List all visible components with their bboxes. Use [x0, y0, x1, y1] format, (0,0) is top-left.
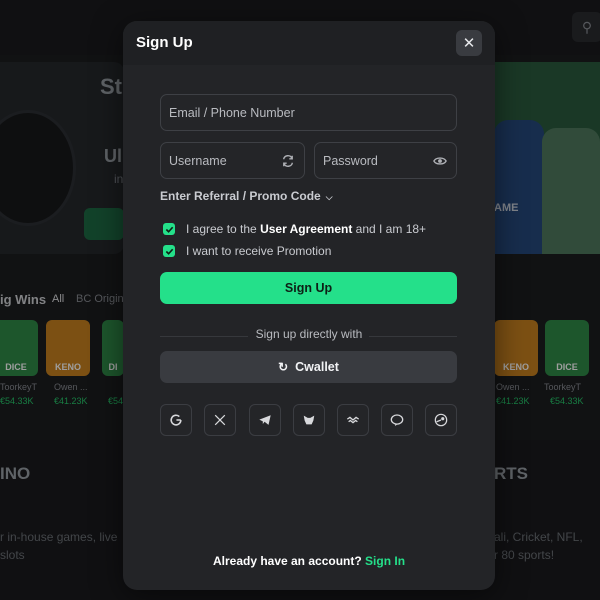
google-login-button[interactable] — [160, 404, 192, 436]
signup-button[interactable]: Sign Up — [160, 272, 457, 304]
email-input[interactable] — [161, 95, 456, 130]
google-icon — [170, 414, 182, 426]
agreement-suffix: and I am 18+ — [352, 222, 427, 236]
username-field[interactable] — [160, 142, 305, 179]
close-button[interactable]: ✕ — [456, 30, 482, 56]
cwallet-icon: ↻ — [278, 360, 289, 374]
signin-prompt: Already have an account? Sign In — [123, 554, 495, 568]
cwallet-label: Cwallet — [295, 360, 339, 374]
modal-title: Sign Up — [136, 34, 193, 51]
agreement-checkbox[interactable] — [163, 223, 175, 235]
modal-header: Sign Up ✕ — [123, 21, 495, 65]
promotion-checkbox[interactable] — [163, 245, 175, 257]
x-login-button[interactable] — [204, 404, 236, 436]
metamask-icon — [303, 415, 315, 425]
check-icon — [165, 248, 173, 255]
telegram-login-button[interactable] — [249, 404, 281, 436]
cwallet-button[interactable]: ↻ Cwallet — [160, 351, 457, 383]
close-icon: ✕ — [462, 35, 476, 52]
agreement-text: I agree to the User Agreement and I am 1… — [186, 222, 426, 236]
agreement-prefix: I agree to the — [186, 222, 261, 236]
referral-label: Enter Referral / Promo Code — [160, 189, 321, 203]
signin-link[interactable]: Sign In — [365, 554, 405, 568]
line-icon — [390, 414, 404, 427]
metamask-login-button[interactable] — [293, 404, 325, 436]
divider-text: Sign up directly with — [255, 327, 363, 341]
x-icon — [214, 414, 226, 426]
signup-modal: Sign Up ✕ Enter Referral / Promo Code ⌵ I… — [123, 21, 495, 590]
telegram-icon — [259, 415, 271, 425]
eye-icon[interactable] — [433, 154, 447, 168]
signin-prompt-text: Already have an account? — [212, 554, 362, 568]
wallet-login-button[interactable] — [337, 404, 369, 436]
email-field[interactable] — [160, 94, 457, 131]
user-agreement-link[interactable]: User Agreement — [260, 222, 352, 236]
refresh-icon[interactable] — [281, 154, 295, 168]
line-login-button[interactable] — [381, 404, 413, 436]
promotion-label: I want to receive Promotion — [186, 244, 332, 258]
check-icon — [165, 226, 173, 233]
referral-toggle[interactable]: Enter Referral / Promo Code ⌵ — [160, 189, 333, 203]
agreement-row: I agree to the User Agreement and I am 1… — [163, 222, 426, 236]
promotion-row: I want to receive Promotion — [163, 244, 331, 258]
steam-login-button[interactable] — [425, 404, 457, 436]
password-field[interactable] — [314, 142, 457, 179]
walletconnect-icon — [346, 416, 360, 424]
steam-icon — [434, 413, 448, 427]
chevron-down-icon: ⌵ — [325, 192, 333, 202]
